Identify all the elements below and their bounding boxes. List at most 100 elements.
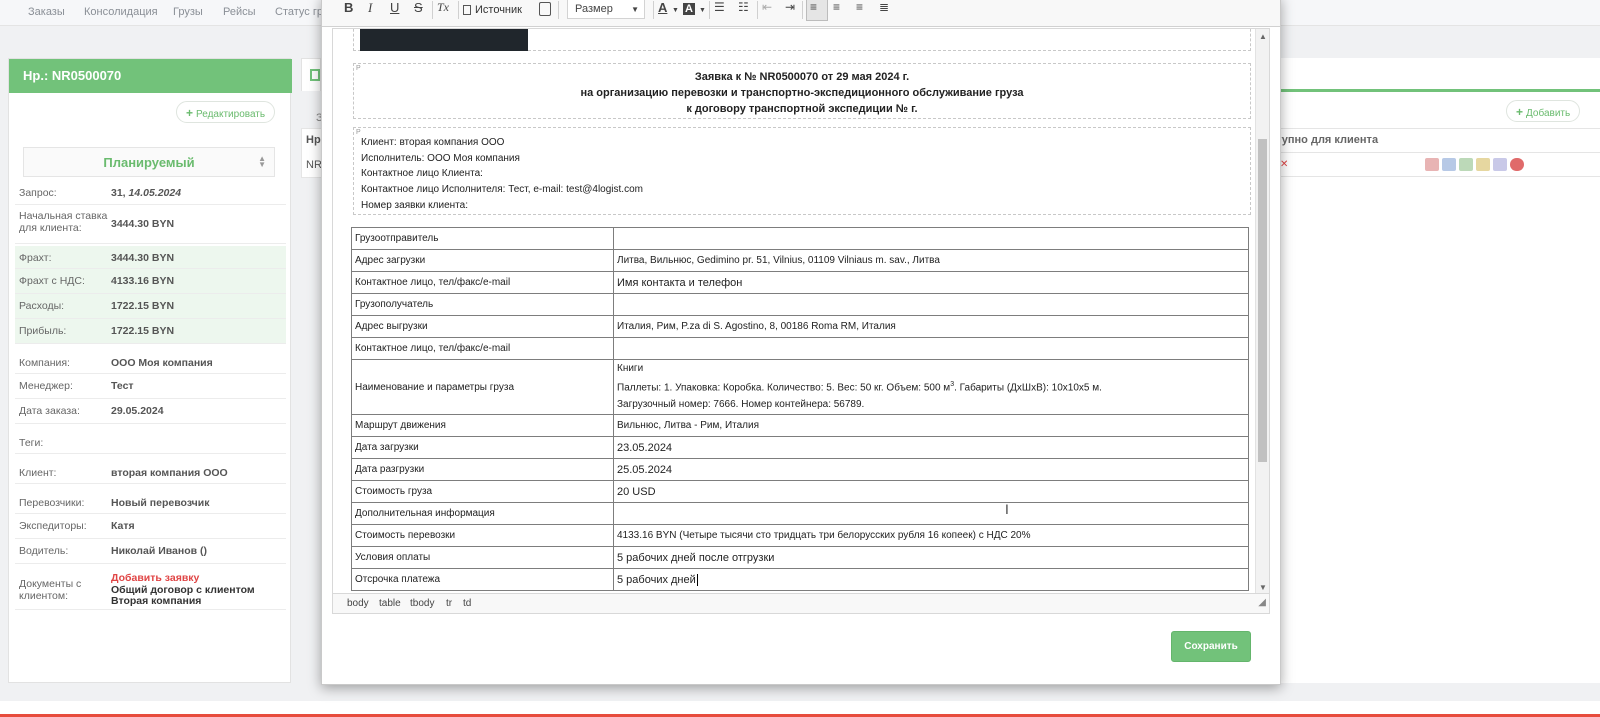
logo-image-placeholder: [360, 29, 528, 51]
table-key: Контактное лицо, тел/факс/e-mail: [351, 271, 614, 294]
request-details-table: Грузоотправитель Адрес загрузки Литва, Ви…: [351, 227, 1249, 591]
table-value[interactable]: [613, 502, 1249, 525]
path-td[interactable]: td: [463, 598, 471, 609]
table-value[interactable]: 5 рабочих дней: [613, 568, 1249, 591]
edit-button[interactable]: + Редактировать: [176, 101, 276, 123]
table-value[interactable]: 25.05.2024: [613, 458, 1249, 481]
resize-handle-icon[interactable]: ◢: [1258, 597, 1266, 608]
table-key: Дата загрузки: [351, 436, 614, 459]
table-value[interactable]: Вильнюс, Литва - Рим, Италия: [613, 414, 1249, 437]
expenses-value: 1722.15 BYN: [111, 300, 175, 312]
source-button[interactable]: Источник: [475, 4, 522, 16]
doc-second-company[interactable]: Вторая компания: [111, 595, 201, 607]
table-row: Адрес загрузки Литва, Вильнюс, Gedimino p…: [351, 249, 1249, 272]
info-row-tags: Теги:: [15, 424, 286, 454]
cargo-params-cell[interactable]: Книги Паллеты: 1. Упаковка: Коробка. Кол…: [613, 359, 1249, 415]
strike-button[interactable]: S: [414, 0, 423, 15]
forwarders-value[interactable]: Катя: [111, 520, 135, 532]
table-value[interactable]: 23.05.2024: [613, 436, 1249, 459]
delete-icon[interactable]: [1510, 158, 1524, 171]
scroll-up-icon[interactable]: ▲: [1259, 32, 1267, 41]
carriers-value[interactable]: Новый перевозчик: [111, 497, 209, 509]
path-tbody[interactable]: tbody: [410, 598, 434, 609]
edit-icon[interactable]: [1493, 158, 1507, 171]
bold-button[interactable]: B: [344, 0, 353, 15]
info-row-company: Компания: ООО Моя компания: [15, 344, 286, 374]
save-button[interactable]: Сохранить: [1171, 631, 1251, 662]
path-table[interactable]: table: [379, 598, 401, 609]
document-title-line-3: к договору транспортной экспедиции № г.: [686, 103, 918, 115]
table-value[interactable]: [613, 227, 1249, 250]
table-value[interactable]: 4133.16 BYN (Четыре тысячи сто тридцать …: [613, 524, 1249, 547]
align-left-icon[interactable]: ≡: [810, 0, 817, 14]
plus-icon: +: [186, 106, 194, 120]
request-number: 31,: [111, 187, 129, 199]
doc-general-contract[interactable]: Общий договор с клиентом: [111, 584, 255, 596]
path-tr[interactable]: tr: [446, 598, 452, 609]
table-row: Стоимость перевозки 4133.16 BYN (Четыре т…: [351, 524, 1249, 547]
numbered-list-icon[interactable]: ☰: [714, 0, 725, 14]
info-row-client: Клиент: вторая компания ООО: [15, 454, 286, 484]
order-number-header: Нр.: NR0500070: [9, 59, 292, 93]
font-size-select[interactable]: Размер ▼: [567, 0, 645, 19]
chevron-down-icon: ▼: [699, 7, 706, 14]
table-key: Стоимость груза: [351, 480, 614, 503]
add-button[interactable]: + Добавить: [1506, 100, 1581, 122]
indent-icon[interactable]: ⇥: [785, 0, 795, 14]
nav-orders[interactable]: Заказы: [28, 6, 65, 18]
info-row-expenses: Расходы: 1722.15 BYN: [15, 294, 286, 319]
italic-button[interactable]: I: [368, 0, 372, 16]
editor-scrollbar[interactable]: ▲ ▼: [1255, 29, 1269, 593]
outdent-icon[interactable]: ⇤: [762, 0, 772, 14]
middle-table-cell[interactable]: NR: [306, 159, 322, 171]
table-row: Адрес выгрузки Италия, Рим, P.za di S. Ag…: [351, 315, 1249, 338]
nav-consolidation[interactable]: Консолидация: [84, 6, 158, 18]
client-line: Клиент: вторая компания ООО: [361, 137, 505, 148]
table-row: Грузополучатель: [351, 293, 1249, 316]
table-value[interactable]: [613, 293, 1249, 316]
doc-icon[interactable]: [1476, 158, 1490, 171]
table-value[interactable]: Имя контакта и телефон: [613, 271, 1249, 294]
mouse-text-cursor-icon: Ⅰ: [1005, 502, 1009, 517]
nav-trips[interactable]: Рейсы: [223, 6, 256, 18]
table-key: Условия оплаты: [351, 546, 614, 569]
table-value[interactable]: [613, 337, 1249, 360]
table-key: Отсрочка платежа: [351, 568, 614, 591]
scrollbar-thumb[interactable]: [1258, 139, 1267, 462]
row-remove-icon[interactable]: ✕: [1280, 159, 1288, 170]
pdf-icon[interactable]: [1425, 158, 1439, 171]
toolbar-separator: [653, 1, 654, 19]
mail-icon[interactable]: [1442, 158, 1456, 171]
align-center-icon[interactable]: ≡: [833, 0, 840, 14]
send-icon[interactable]: [1459, 158, 1473, 171]
align-right-icon[interactable]: ≡: [856, 0, 863, 14]
table-row: Отсрочка платежа 5 рабочих дней: [351, 568, 1249, 591]
table-value[interactable]: Италия, Рим, P.za di S. Agostino, 8, 001…: [613, 315, 1249, 338]
bg-color-button[interactable]: A: [683, 3, 695, 15]
path-body[interactable]: body: [347, 598, 369, 609]
available-for-client-header: ступно для клиента: [1270, 134, 1379, 146]
table-key: Дата разгрузки: [351, 458, 614, 481]
table-value[interactable]: Литва, Вильнюс, Gedimino pr. 51, Vilnius…: [613, 249, 1249, 272]
client-value[interactable]: вторая компания ООО: [111, 467, 228, 479]
table-row: Дополнительная информация: [351, 502, 1249, 525]
table-value[interactable]: 20 USD: [613, 480, 1249, 503]
status-select[interactable]: Планируемый ▲ ▼: [23, 147, 275, 177]
template-icon[interactable]: [539, 2, 551, 16]
text-color-button[interactable]: A: [658, 0, 667, 15]
table-key: Стоимость перевозки: [351, 524, 614, 547]
table-value[interactable]: 5 рабочих дней после отгрузки: [613, 546, 1249, 569]
nav-cargo[interactable]: Грузы: [173, 6, 203, 18]
info-row-carriers: Перевозчики: Новый перевозчик: [15, 484, 286, 514]
bullet-list-icon[interactable]: ☷: [738, 0, 749, 14]
middle-tab[interactable]: [301, 58, 321, 91]
scroll-down-icon[interactable]: ▼: [1259, 583, 1267, 592]
driver-value[interactable]: Николай Иванов (): [111, 545, 207, 557]
editor-content-area[interactable]: P Заявка к № NR0500070 от 29 мая 2024 г.…: [332, 28, 1270, 594]
underline-button[interactable]: U: [390, 0, 399, 15]
profit-label: Прибыль:: [19, 325, 67, 337]
panel-accent-line: [1255, 89, 1600, 92]
add-request-link[interactable]: Добавить заявку: [111, 572, 199, 584]
align-justify-icon[interactable]: ≣: [879, 0, 889, 14]
clear-format-button[interactable]: Tx: [437, 0, 449, 15]
